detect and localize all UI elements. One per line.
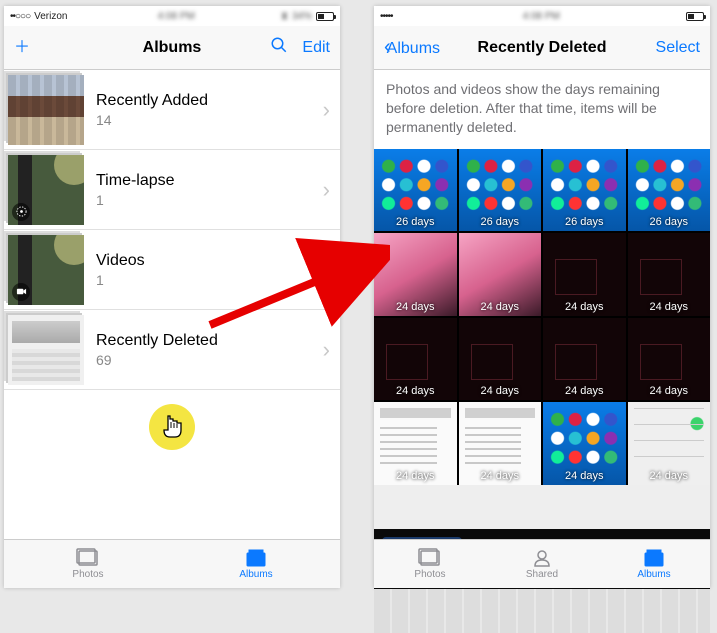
album-count: 69 — [96, 352, 323, 368]
days-remaining-label: 24 days — [374, 470, 457, 482]
album-name: Videos — [96, 252, 323, 270]
days-remaining-label: 24 days — [459, 301, 542, 313]
album-count: 1 — [96, 272, 323, 288]
tab-photos[interactable]: Photos — [4, 540, 172, 588]
album-row-time-lapse[interactable]: Time-lapse 1 › — [4, 150, 340, 230]
phone-albums: ••○○○ Verizon 4:08 PM ⧗ 34% ＋ Albums Edi… — [4, 6, 340, 588]
nav-title: Recently Deleted — [478, 39, 607, 57]
days-remaining-label: 24 days — [459, 470, 542, 482]
signal-icon: ••••• — [380, 11, 393, 22]
tab-shared[interactable]: Shared — [486, 540, 598, 588]
info-banner: Photos and videos show the days remainin… — [374, 70, 710, 149]
photo-cell[interactable]: 24 days — [543, 402, 626, 485]
back-button[interactable]: ‹Albums — [384, 36, 440, 59]
bt-icon: ⧗ — [281, 11, 288, 22]
tab-label: Albums — [239, 569, 272, 580]
chevron-right-icon: › — [323, 257, 330, 283]
status-time: 4:08 PM — [158, 11, 195, 22]
days-remaining-label: 24 days — [628, 385, 711, 397]
nav-title: Albums — [143, 39, 202, 57]
status-bar: ••••• 4:08 PM — [374, 6, 710, 26]
days-remaining-label: 26 days — [628, 216, 711, 228]
photo-cell[interactable]: 26 days — [374, 149, 457, 232]
nav-bar: ‹Albums Recently Deleted Select — [374, 26, 710, 70]
photo-cell[interactable]: 24 days — [374, 233, 457, 316]
days-remaining-label: 24 days — [374, 301, 457, 313]
photo-cell[interactable]: 24 days — [374, 318, 457, 401]
photo-cell[interactable]: 26 days — [459, 149, 542, 232]
video-icon — [12, 283, 30, 301]
days-remaining-label: 24 days — [543, 470, 626, 482]
photo-cell[interactable]: 24 days — [628, 402, 711, 485]
album-name: Recently Added — [96, 92, 323, 110]
grid-wide-text — [374, 485, 710, 529]
photo-cell[interactable]: 24 days — [543, 233, 626, 316]
days-remaining-label: 26 days — [543, 216, 626, 228]
tab-bar: Photos Shared Albums — [374, 539, 710, 588]
days-remaining-label: 24 days — [628, 470, 711, 482]
photo-cell[interactable]: 26 days — [628, 149, 711, 232]
grid-wide-keyboard — [374, 589, 710, 633]
album-thumb — [8, 155, 84, 225]
battery-icon — [686, 12, 704, 21]
days-remaining-label: 24 days — [459, 385, 542, 397]
album-name: Recently Deleted — [96, 332, 323, 350]
photo-cell[interactable]: 24 days — [459, 402, 542, 485]
tab-bar: Photos Albums — [4, 539, 340, 588]
add-album-button[interactable]: ＋ — [14, 40, 30, 56]
album-thumb — [8, 75, 84, 145]
album-row-videos[interactable]: Videos 1 › — [4, 230, 340, 310]
days-remaining-label: 24 days — [543, 301, 626, 313]
tab-label: Albums — [637, 569, 670, 580]
carrier-label: Verizon — [34, 11, 67, 22]
status-bar: ••○○○ Verizon 4:08 PM ⧗ 34% — [4, 6, 340, 26]
battery-pct: 34% — [292, 11, 312, 22]
photo-cell[interactable]: 24 days — [628, 233, 711, 316]
photo-cell[interactable]: 24 days — [543, 318, 626, 401]
tab-photos[interactable]: Photos — [374, 540, 486, 588]
search-button[interactable] — [270, 36, 288, 59]
chevron-right-icon: › — [323, 97, 330, 123]
album-thumb — [8, 315, 84, 385]
tab-label: Photos — [72, 569, 103, 580]
album-name: Time-lapse — [96, 172, 323, 190]
edit-button[interactable]: Edit — [302, 39, 330, 57]
days-remaining-label: 26 days — [374, 216, 457, 228]
tab-albums[interactable]: Albums — [172, 540, 340, 588]
photo-cell[interactable]: 24 days — [459, 318, 542, 401]
album-thumb — [8, 235, 84, 305]
days-remaining-label: 26 days — [459, 216, 542, 228]
days-remaining-label: 24 days — [374, 385, 457, 397]
signal-icon: ••○○○ — [10, 11, 30, 22]
photo-cell[interactable]: 24 days — [459, 233, 542, 316]
album-row-recently-deleted[interactable]: Recently Deleted 69 › — [4, 310, 340, 390]
phone-recently-deleted: ••••• 4:08 PM ‹Albums Recently Deleted S… — [374, 6, 710, 588]
select-button[interactable]: Select — [656, 39, 700, 57]
album-count: 14 — [96, 112, 323, 128]
chevron-right-icon: › — [323, 337, 330, 363]
days-remaining-label: 24 days — [628, 301, 711, 313]
album-list: Recently Added 14 › Time-lapse 1 › — [4, 70, 340, 390]
nav-bar: ＋ Albums Edit — [4, 26, 340, 70]
photo-grid: 26 days26 days26 days26 days24 days24 da… — [374, 149, 710, 485]
photo-cell[interactable]: 24 days — [374, 402, 457, 485]
tab-albums[interactable]: Albums — [598, 540, 710, 588]
chevron-right-icon: › — [323, 177, 330, 203]
days-remaining-label: 24 days — [543, 385, 626, 397]
timelapse-icon — [12, 203, 30, 221]
tab-label: Photos — [414, 569, 445, 580]
photo-cell[interactable]: 26 days — [543, 149, 626, 232]
photo-cell[interactable]: 24 days — [628, 318, 711, 401]
tab-label: Shared — [526, 569, 558, 580]
album-row-recently-added[interactable]: Recently Added 14 › — [4, 70, 340, 150]
status-time: 4:08 PM — [523, 11, 560, 22]
album-count: 1 — [96, 192, 323, 208]
battery-icon — [316, 12, 334, 21]
